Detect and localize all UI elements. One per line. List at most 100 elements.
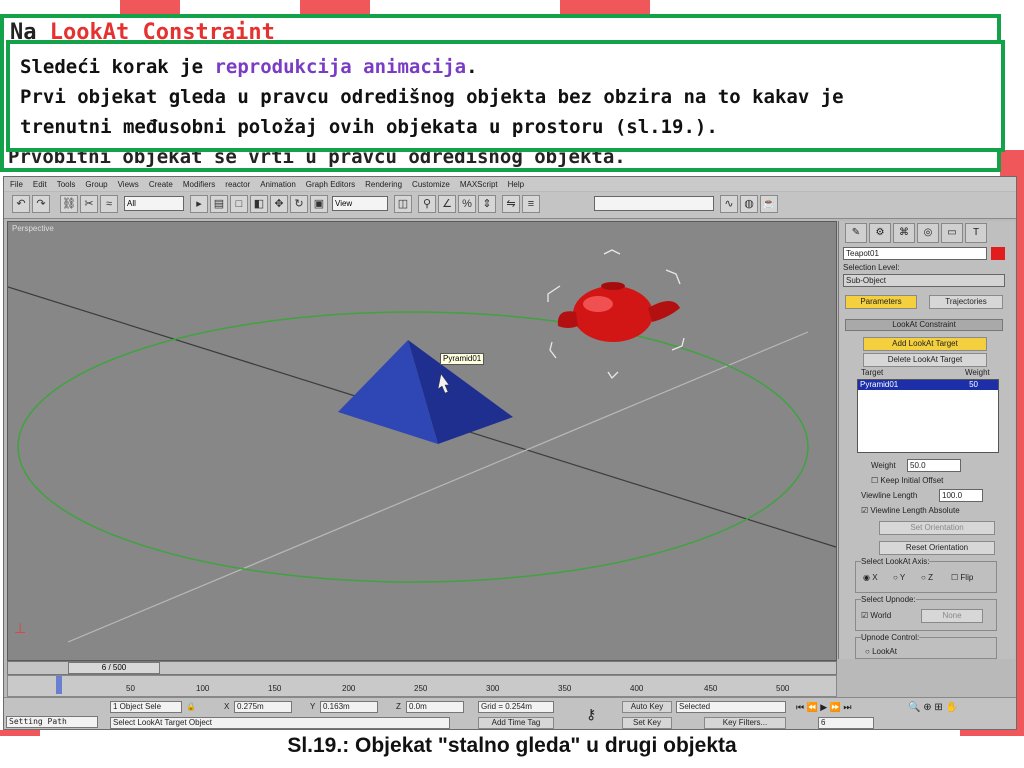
menu-views[interactable]: Views	[118, 180, 139, 189]
modify-tab-icon[interactable]: ⚙	[869, 223, 891, 243]
maxscript-listener[interactable]: Setting Path	[6, 716, 98, 728]
undo-icon[interactable]: ↶	[12, 195, 30, 213]
pivot-icon[interactable]: ◫	[394, 195, 412, 213]
front-callout-line1: Sledeći korak je reprodukcija animacija.	[20, 52, 991, 82]
create-tab-icon[interactable]: ✎	[845, 223, 867, 243]
unlink-icon[interactable]: ✂	[80, 195, 98, 213]
z-coordinate-field[interactable]: 0.0m	[406, 701, 464, 713]
select-by-name-icon[interactable]: ▤	[210, 195, 228, 213]
add-time-tag-button[interactable]: Add Time Tag	[478, 717, 554, 729]
material-editor-icon[interactable]: ◍	[740, 195, 758, 213]
flip-checkbox[interactable]: ☐ Flip	[951, 573, 973, 582]
reset-orientation-button[interactable]: Reset Orientation	[879, 541, 995, 555]
keep-initial-offset-checkbox[interactable]: ☐ Keep Initial Offset	[871, 476, 943, 485]
render-icon[interactable]: ☕	[760, 195, 778, 213]
menu-reactor[interactable]: reactor	[225, 180, 250, 189]
track-bar[interactable]: 50 100 150 200 250 300 350 400 450 500	[7, 675, 837, 697]
menu-rendering[interactable]: Rendering	[365, 180, 402, 189]
front-callout-line3: trenutni međusobni položaj ovih objekata…	[20, 116, 718, 138]
menu-edit[interactable]: Edit	[33, 180, 47, 189]
snap-icon[interactable]: ⚲	[418, 195, 436, 213]
viewline-absolute-checkbox[interactable]: ☑ Viewline Length Absolute	[861, 506, 960, 515]
rect-selection-icon[interactable]: □	[230, 195, 248, 213]
menu-file[interactable]: File	[10, 180, 23, 189]
scale-icon[interactable]: ▣	[310, 195, 328, 213]
angle-snap-icon[interactable]: ∠	[438, 195, 456, 213]
axis-z-label: Z	[928, 573, 933, 582]
curve-editor-icon[interactable]: ∿	[720, 195, 738, 213]
delete-lookat-target-button[interactable]: Delete LookAt Target	[863, 353, 987, 367]
axis-z-radio[interactable]: ○ Z	[921, 573, 933, 582]
named-selection-select[interactable]	[594, 196, 714, 211]
viewport-navigation-icons[interactable]: 🔍 ⊕ ⊞ ✋	[908, 702, 958, 713]
key-filters-button[interactable]: Key Filters...	[704, 717, 786, 729]
mirror-icon[interactable]: ⇋	[502, 195, 520, 213]
percent-snap-icon[interactable]: %	[458, 195, 476, 213]
menu-help[interactable]: Help	[508, 180, 524, 189]
x-coordinate-field[interactable]: 0.275m	[234, 701, 292, 713]
trackbar-tick: 450	[704, 684, 718, 693]
world-label: World	[870, 611, 892, 620]
selection-filter-select[interactable]: All	[124, 196, 184, 211]
weight-spinner[interactable]: 50.0	[907, 459, 961, 472]
lookat-radio[interactable]: ○ LookAt	[865, 647, 897, 656]
reference-coordinate-select[interactable]: View	[332, 196, 388, 211]
select-link-icon[interactable]: ⛓	[60, 195, 78, 213]
menu-maxscript[interactable]: MAXScript	[460, 180, 498, 189]
window-crossing-icon[interactable]: ◧	[250, 195, 268, 213]
menu-graph-editors[interactable]: Graph Editors	[306, 180, 355, 189]
target-list[interactable]: Pyramid01 50	[857, 379, 999, 453]
menu-create[interactable]: Create	[149, 180, 173, 189]
axis-tripod-icon: ⊥	[14, 620, 27, 636]
object-name-field[interactable]: Teapot01	[843, 247, 987, 260]
playback-controls[interactable]: ⏮ ⏪ ▶ ⏩ ⏭	[796, 702, 852, 713]
current-frame-field[interactable]: 6	[818, 717, 874, 729]
set-orientation-button[interactable]: Set Orientation	[879, 521, 995, 535]
set-key-button[interactable]: Set Key	[622, 717, 672, 729]
flip-label: Flip	[960, 573, 974, 582]
axis-x-radio[interactable]: ◉ X	[863, 573, 878, 582]
y-label: Y	[310, 702, 316, 711]
bind-space-warp-icon[interactable]: ≈	[100, 195, 118, 213]
move-icon[interactable]: ✥	[270, 195, 288, 213]
grid-size-display: Grid = 0.254m	[478, 701, 554, 713]
hierarchy-tab-icon[interactable]: ⌘	[893, 223, 915, 243]
background-stripe	[300, 0, 370, 14]
world-checkbox[interactable]: ☑ World	[861, 611, 891, 620]
spinner-snap-icon[interactable]: ⇕	[478, 195, 496, 213]
trajectories-button[interactable]: Trajectories	[929, 295, 1003, 309]
parameters-button[interactable]: Parameters	[845, 295, 917, 309]
menu-customize[interactable]: Customize	[412, 180, 450, 189]
select-object-icon[interactable]: ▸	[190, 195, 208, 213]
sub-object-select[interactable]: Sub-Object	[843, 274, 1005, 287]
align-icon[interactable]: ≡	[522, 195, 540, 213]
rotate-icon[interactable]: ↻	[290, 195, 308, 213]
menu-animation[interactable]: Animation	[260, 180, 296, 189]
auto-key-button[interactable]: Auto Key	[622, 701, 672, 713]
menu-group[interactable]: Group	[85, 180, 107, 189]
viewport-scene	[8, 249, 836, 643]
motion-tab-icon[interactable]: ◎	[917, 223, 939, 243]
upnode-none-button[interactable]: None	[921, 609, 983, 623]
display-tab-icon[interactable]: ▭	[941, 223, 963, 243]
time-slider-bar[interactable]: 6 / 500	[7, 661, 837, 675]
axis-y-radio[interactable]: ○ Y	[893, 573, 905, 582]
trackbar-tick: 350	[558, 684, 572, 693]
menu-modifiers[interactable]: Modifiers	[183, 180, 215, 189]
object-color-swatch[interactable]	[991, 247, 1005, 260]
add-lookat-target-button[interactable]: Add LookAt Target	[863, 337, 987, 351]
y-coordinate-field[interactable]: 0.163m	[320, 701, 378, 713]
lookat-constraint-rollout[interactable]: LookAt Constraint	[845, 319, 1003, 331]
background-stripe	[1000, 150, 1024, 176]
auto-key-selection-select[interactable]: Selected	[676, 701, 786, 713]
key-icon[interactable]: ⚷	[586, 706, 596, 723]
utilities-tab-icon[interactable]: T	[965, 223, 987, 243]
lock-icon[interactable]: 🔒	[186, 702, 196, 711]
time-slider[interactable]: 6 / 500	[68, 662, 160, 674]
perspective-viewport[interactable]: Perspective Pyramid01 ⊥	[7, 221, 837, 661]
upnode-control-label: Upnode Control:	[861, 633, 920, 642]
list-item[interactable]: Pyramid01 50	[858, 380, 998, 390]
viewline-length-spinner[interactable]: 100.0	[939, 489, 983, 502]
menu-tools[interactable]: Tools	[57, 180, 76, 189]
redo-icon[interactable]: ↷	[32, 195, 50, 213]
